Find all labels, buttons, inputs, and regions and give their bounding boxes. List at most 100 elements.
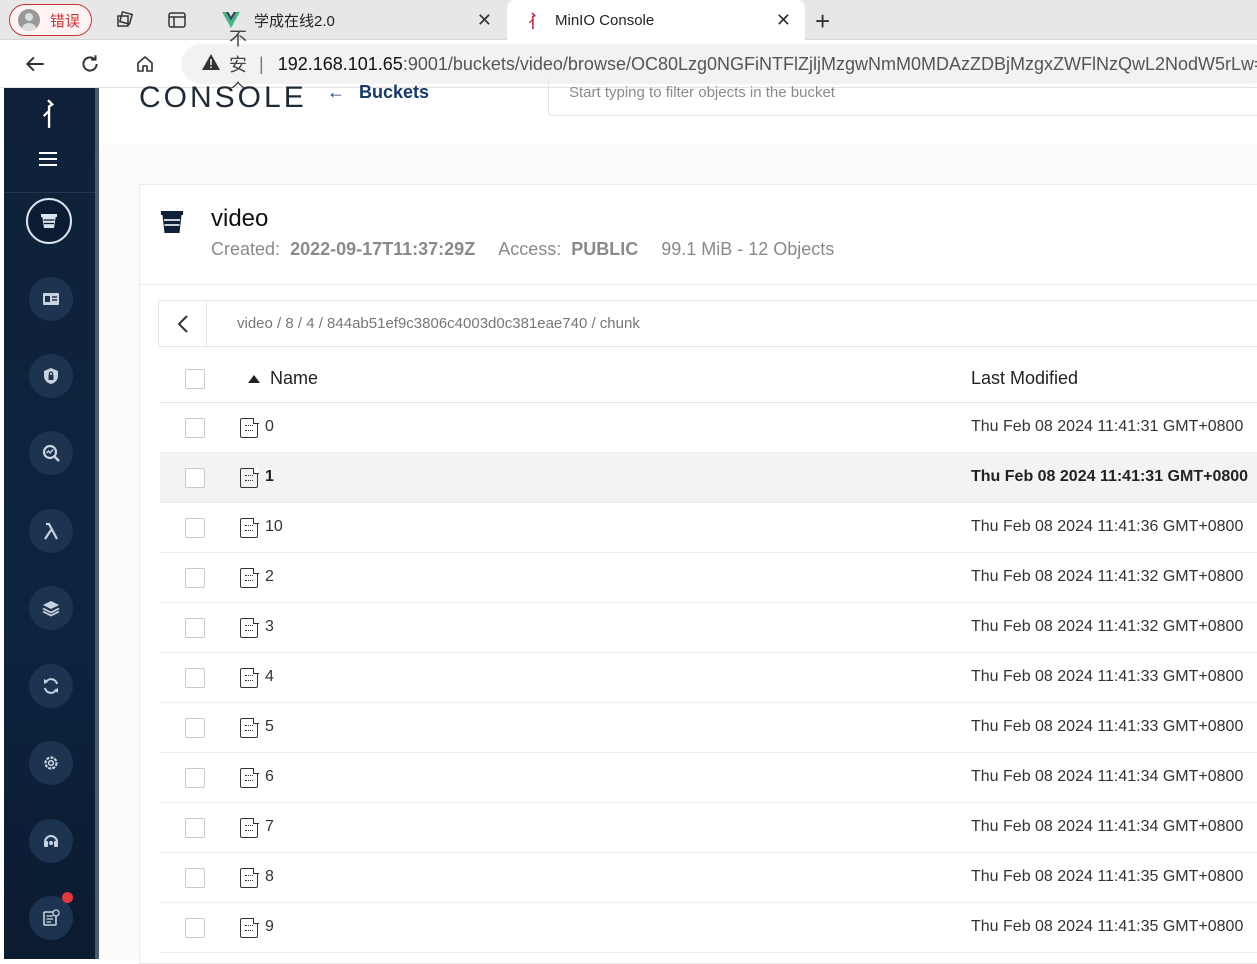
support-icon[interactable] [29,819,73,863]
menu-icon[interactable] [39,152,57,166]
reload-icon[interactable] [76,50,104,78]
row-checkbox[interactable] [185,518,205,538]
table-row[interactable]: 9 Thu Feb 08 2024 11:41:35 GMT+0800 [160,903,1257,953]
file-icon [240,817,259,838]
close-tab-icon[interactable]: ✕ [477,10,492,31]
main-content: video Created: 2022-09-17T11:37:29Z Acce… [99,144,1257,964]
table-row[interactable]: 10 Thu Feb 08 2024 11:41:36 GMT+0800 [160,503,1257,553]
row-checkbox[interactable] [185,568,205,588]
profile-button[interactable]: 错误 [9,4,92,36]
row-checkbox[interactable] [185,618,205,638]
sort-ascending-icon[interactable] [248,375,260,383]
bucket-header: video Created: 2022-09-17T11:37:29Z Acce… [140,185,1257,285]
object-name[interactable]: 5 [265,718,274,736]
tiers-icon[interactable] [29,586,73,630]
back-label: Buckets [359,82,430,102]
identity-icon[interactable] [29,277,73,321]
bucket-name: video [211,205,269,232]
table-row[interactable]: 2 Thu Feb 08 2024 11:41:32 GMT+0800 [160,553,1257,603]
select-all-checkbox[interactable] [185,369,205,389]
table-row[interactable]: 8 Thu Feb 08 2024 11:41:35 GMT+0800 [160,853,1257,903]
chevron-left-icon[interactable] [159,301,207,346]
object-last-modified: Thu Feb 08 2024 11:41:34 GMT+0800 [971,818,1244,835]
lambda-icon[interactable] [29,509,73,553]
workspaces-icon[interactable] [114,9,136,31]
object-name[interactable]: 2 [265,568,274,586]
settings-icon[interactable] [29,741,73,785]
minio-logo-icon[interactable] [39,98,57,137]
object-last-modified: Thu Feb 08 2024 11:41:36 GMT+0800 [971,518,1244,535]
row-checkbox[interactable] [185,718,205,738]
access-value: PUBLIC [571,239,639,259]
created-label: Created: [211,239,281,259]
tab-title: MinIO Console [555,12,655,29]
vertical-tabs-icon[interactable] [166,9,188,31]
row-checkbox[interactable] [185,818,205,838]
row-checkbox[interactable] [185,918,205,938]
close-tab-icon[interactable]: ✕ [776,10,791,31]
new-tab-icon[interactable]: + [815,6,830,37]
file-icon [240,717,259,738]
table-row[interactable]: 1 Thu Feb 08 2024 11:41:31 GMT+0800 [160,453,1257,503]
avatar-icon [18,9,40,31]
row-checkbox[interactable] [185,668,205,688]
object-name[interactable]: 3 [265,618,274,636]
object-last-modified: Thu Feb 08 2024 11:41:35 GMT+0800 [971,918,1244,935]
buckets-icon[interactable] [26,198,72,244]
sidebar [4,88,98,959]
replication-icon[interactable] [29,664,73,708]
file-icon [240,767,259,788]
monitoring-icon[interactable] [29,431,73,475]
object-name[interactable]: 1 [265,468,274,486]
column-name[interactable]: Name [270,368,318,389]
table-row[interactable]: 6 Thu Feb 08 2024 11:41:34 GMT+0800 [160,753,1257,803]
url-path: :9001/buckets/video/browse/OC80Lzg0NGFiN… [402,53,1257,74]
page-header: CONSOLE ← Buckets Start typing to filter… [99,78,1257,144]
object-last-modified: Thu Feb 08 2024 11:41:32 GMT+0800 [971,568,1244,585]
policy-icon[interactable] [29,354,73,398]
file-icon [240,417,259,438]
object-last-modified: Thu Feb 08 2024 11:41:33 GMT+0800 [971,718,1244,735]
bucket-meta: Created: 2022-09-17T11:37:29Z Access: PU… [211,239,834,260]
object-name[interactable]: 0 [265,418,274,436]
breadcrumb-path[interactable]: video / 8 / 4 / 844ab51ef9c3806c4003d0c3… [207,315,640,332]
console-title: CONSOLE [139,81,307,114]
file-icon [240,917,259,938]
table-header: Name Last Modified [160,355,1257,403]
row-checkbox[interactable] [185,418,205,438]
table-row[interactable]: 3 Thu Feb 08 2024 11:41:32 GMT+0800 [160,603,1257,653]
back-arrow-icon[interactable] [21,50,49,78]
object-last-modified: Thu Feb 08 2024 11:41:31 GMT+0800 [971,418,1244,435]
notification-badge [62,892,73,903]
row-checkbox[interactable] [185,868,205,888]
tab-title: 学成在线2.0 [254,12,335,30]
table-row[interactable]: 0 Thu Feb 08 2024 11:41:31 GMT+0800 [160,403,1257,453]
browser-tab-bar: 错误 学成在线2.0 ✕ MinIO Console ✕ + [0,0,1257,41]
bucket-summary: 99.1 MiB - 12 Objects [661,239,835,259]
breadcrumb: video / 8 / 4 / 844ab51ef9c3806c4003d0c3… [158,300,1257,347]
tab-minio-console[interactable]: MinIO Console ✕ [507,0,805,41]
column-last-modified[interactable]: Last Modified [971,368,1078,389]
table-row[interactable]: 5 Thu Feb 08 2024 11:41:33 GMT+0800 [160,703,1257,753]
object-name[interactable]: 8 [265,868,274,886]
object-name[interactable]: 9 [265,918,274,936]
table-row[interactable]: 7 Thu Feb 08 2024 11:41:34 GMT+0800 [160,803,1257,853]
object-name[interactable]: 10 [265,518,283,536]
tab-xuecheng[interactable]: 学成在线2.0 ✕ [206,0,506,40]
table-row[interactable]: 4 Thu Feb 08 2024 11:41:33 GMT+0800 [160,653,1257,703]
row-checkbox[interactable] [185,468,205,488]
back-to-buckets-link[interactable]: ← Buckets [327,82,429,103]
object-name[interactable]: 4 [265,668,274,686]
object-name[interactable]: 7 [265,818,274,836]
access-label: Access: [498,239,562,259]
sidebar-divider [4,192,98,193]
home-icon[interactable] [131,50,159,78]
object-name[interactable]: 6 [265,768,274,786]
url-separator: | [259,53,264,74]
minio-logo-icon [523,11,541,30]
row-checkbox[interactable] [185,768,205,788]
object-last-modified: Thu Feb 08 2024 11:41:32 GMT+0800 [971,618,1244,635]
filter-objects-input[interactable]: Start typing to filter objects in the bu… [548,78,1257,116]
file-icon [240,467,259,488]
object-last-modified: Thu Feb 08 2024 11:41:34 GMT+0800 [971,768,1244,785]
